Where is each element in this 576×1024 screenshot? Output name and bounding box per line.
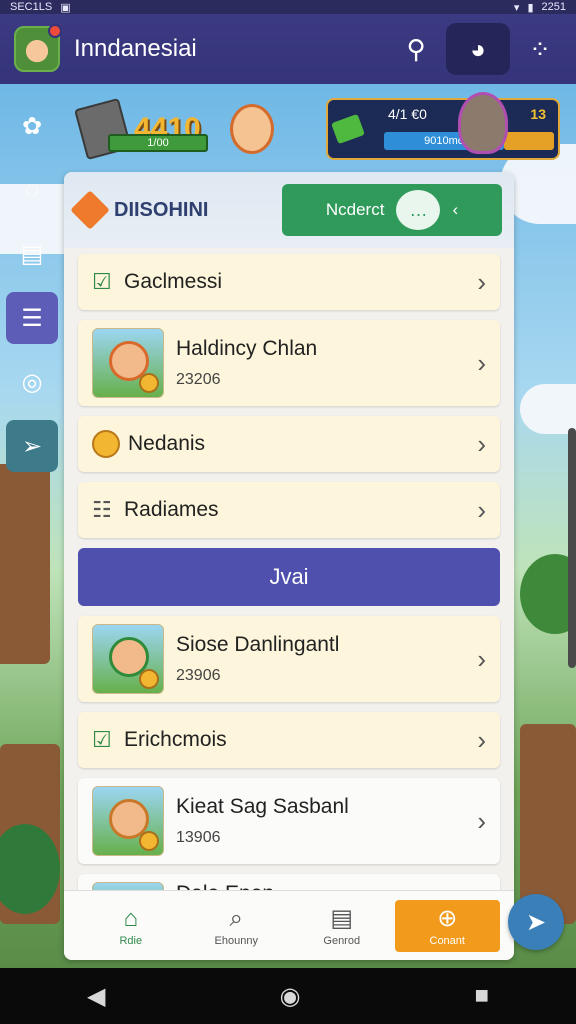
chevron-right-icon: ›: [477, 347, 486, 378]
chevron-right-icon: ›: [477, 805, 486, 836]
coin-icon: [92, 430, 120, 458]
gem-icon: [331, 113, 365, 145]
menu-list: ☑ Gaclmessi › Haldincy Chlan 23206 › Ned…: [78, 254, 500, 944]
app-header: Inndanesiai ⚲ ◕ ⁘: [0, 14, 576, 84]
home-circle-icon[interactable]: ◉: [279, 982, 300, 1011]
list-item[interactable]: Nedanis ›: [78, 416, 500, 472]
search-icon[interactable]: ⚲: [394, 27, 438, 71]
app-title: Inndanesiai: [74, 35, 197, 62]
send-fab-icon[interactable]: ➤: [508, 894, 564, 950]
list-item[interactable]: ☑ Gaclmessi ›: [78, 254, 500, 310]
list-icon[interactable]: ☰: [6, 292, 58, 344]
panel-title: DIISOHINI: [114, 198, 209, 221]
join-button[interactable]: Jvai: [78, 548, 500, 606]
list-item[interactable]: ☷ Radiames ›: [78, 482, 500, 538]
search-icon: ⌕: [229, 904, 243, 932]
list-item-label: Erichcmois: [124, 728, 227, 751]
status-text: SEC1LS: [10, 1, 53, 13]
game-thumbnail: [92, 786, 164, 856]
home-icon: ⌂: [123, 904, 139, 932]
side-rail: ✿ ◌ ▤ ☰ ◎ ➢: [6, 100, 58, 484]
chat-icon[interactable]: ◌: [6, 164, 58, 216]
game-score: 13906: [176, 829, 221, 846]
plus-circle-icon: ⊕: [437, 905, 458, 932]
nav-contact[interactable]: ⊕ Conant: [394, 899, 500, 952]
panel-header: DIISOHINI Ncderct … ‹: [64, 172, 514, 248]
monster-icon: [458, 92, 508, 154]
chevron-right-icon: ›: [477, 724, 486, 755]
nav-search[interactable]: ⌕ Ehounny: [184, 900, 290, 952]
game-score: 23906: [176, 667, 221, 684]
checkbox-icon: ☑: [92, 269, 112, 294]
chart-icon[interactable]: ◕: [446, 23, 510, 75]
game-title: Siose Danlingantl: [176, 633, 340, 656]
nav-label: Ehounny: [214, 934, 258, 947]
notification-badge: [48, 24, 62, 38]
chevron-right-icon: ›: [477, 494, 486, 525]
recents-icon[interactable]: ■: [474, 982, 489, 1010]
resource-bar: 1/00: [108, 134, 208, 152]
game-row[interactable]: Kieat Sag Sasbanl 13906 ›: [78, 778, 500, 864]
resource-right-top: 4/1 €0: [388, 106, 427, 122]
clock: 2251: [541, 1, 566, 13]
chevron-right-icon: ›: [477, 643, 486, 674]
list-item[interactable]: ☑ Erichcmois ›: [78, 712, 500, 768]
game-thumbnail: [92, 624, 164, 694]
header-action-button[interactable]: Ncderct … ‹: [282, 184, 502, 236]
inventory-icon: ▤: [330, 905, 354, 932]
game-score: 23206: [176, 371, 221, 388]
chevron-right-icon: ›: [477, 428, 486, 459]
game-title: Kieat Sag Sasbanl: [176, 795, 349, 818]
chevron-left-icon: ‹: [452, 200, 459, 219]
send-icon[interactable]: ➢: [6, 420, 58, 472]
game-row[interactable]: Siose Danlingantl 23906 ›: [78, 616, 500, 702]
status-bar: SEC1LS ▣ ▾ ▮ 2251: [0, 0, 576, 14]
header-action-label: Ncderct: [325, 200, 385, 219]
character-icon: [230, 104, 274, 154]
game-row[interactable]: Haldincy Chlan 23206 ›: [78, 320, 500, 406]
game-title: Haldincy Chlan: [176, 337, 318, 360]
game-thumbnail: [92, 328, 164, 398]
nav-label: Genrod: [323, 935, 361, 947]
fox-logo-icon: [70, 190, 110, 230]
resource-right-number: 13: [530, 106, 546, 122]
nav-inventory[interactable]: ▤ Genrod: [289, 900, 395, 952]
list-item-label: Gaclmessi: [124, 270, 223, 293]
chat-bubble-icon: …: [396, 190, 441, 230]
main-panel: DIISOHINI Ncderct … ‹ ☑ Gaclmessi › Hald…: [64, 172, 514, 960]
app-logo[interactable]: [14, 24, 62, 72]
wifi-icon: ▾: [513, 1, 520, 14]
flower-icon[interactable]: ✿: [6, 100, 58, 152]
nav-label: Conant: [429, 935, 465, 947]
bottom-nav: ⌂ Rdie ⌕ Ehounny ▤ Genrod ⊕ Conant: [64, 890, 514, 960]
battery-icon: ▮: [527, 1, 534, 14]
nav-label: Rdie: [119, 934, 143, 947]
clipboard-icon[interactable]: ▤: [6, 228, 58, 280]
resource-banner-right[interactable]: 4/1 €0 13 9010mo: [326, 92, 560, 160]
checkbox-icon: ☑: [92, 727, 112, 752]
chevron-right-icon: ›: [477, 266, 486, 297]
back-icon[interactable]: ◀: [87, 982, 105, 1011]
notification-icon: ▣: [60, 1, 71, 14]
system-nav-bar: ◀ ◉ ■: [0, 968, 576, 1024]
list-item-label: Radiames: [124, 498, 219, 521]
list-item-label: Nedanis: [128, 432, 206, 455]
resource-right-bar-fill: [504, 132, 554, 150]
document-icon: ☷: [92, 497, 112, 522]
resource-banner-left[interactable]: 4410 1/00: [74, 97, 300, 161]
scrollbar[interactable]: [568, 428, 576, 668]
menu-dots-icon[interactable]: ⁘: [518, 27, 562, 71]
nav-home[interactable]: ⌂ Rdie: [78, 900, 184, 952]
target-icon[interactable]: ◎: [6, 356, 58, 408]
